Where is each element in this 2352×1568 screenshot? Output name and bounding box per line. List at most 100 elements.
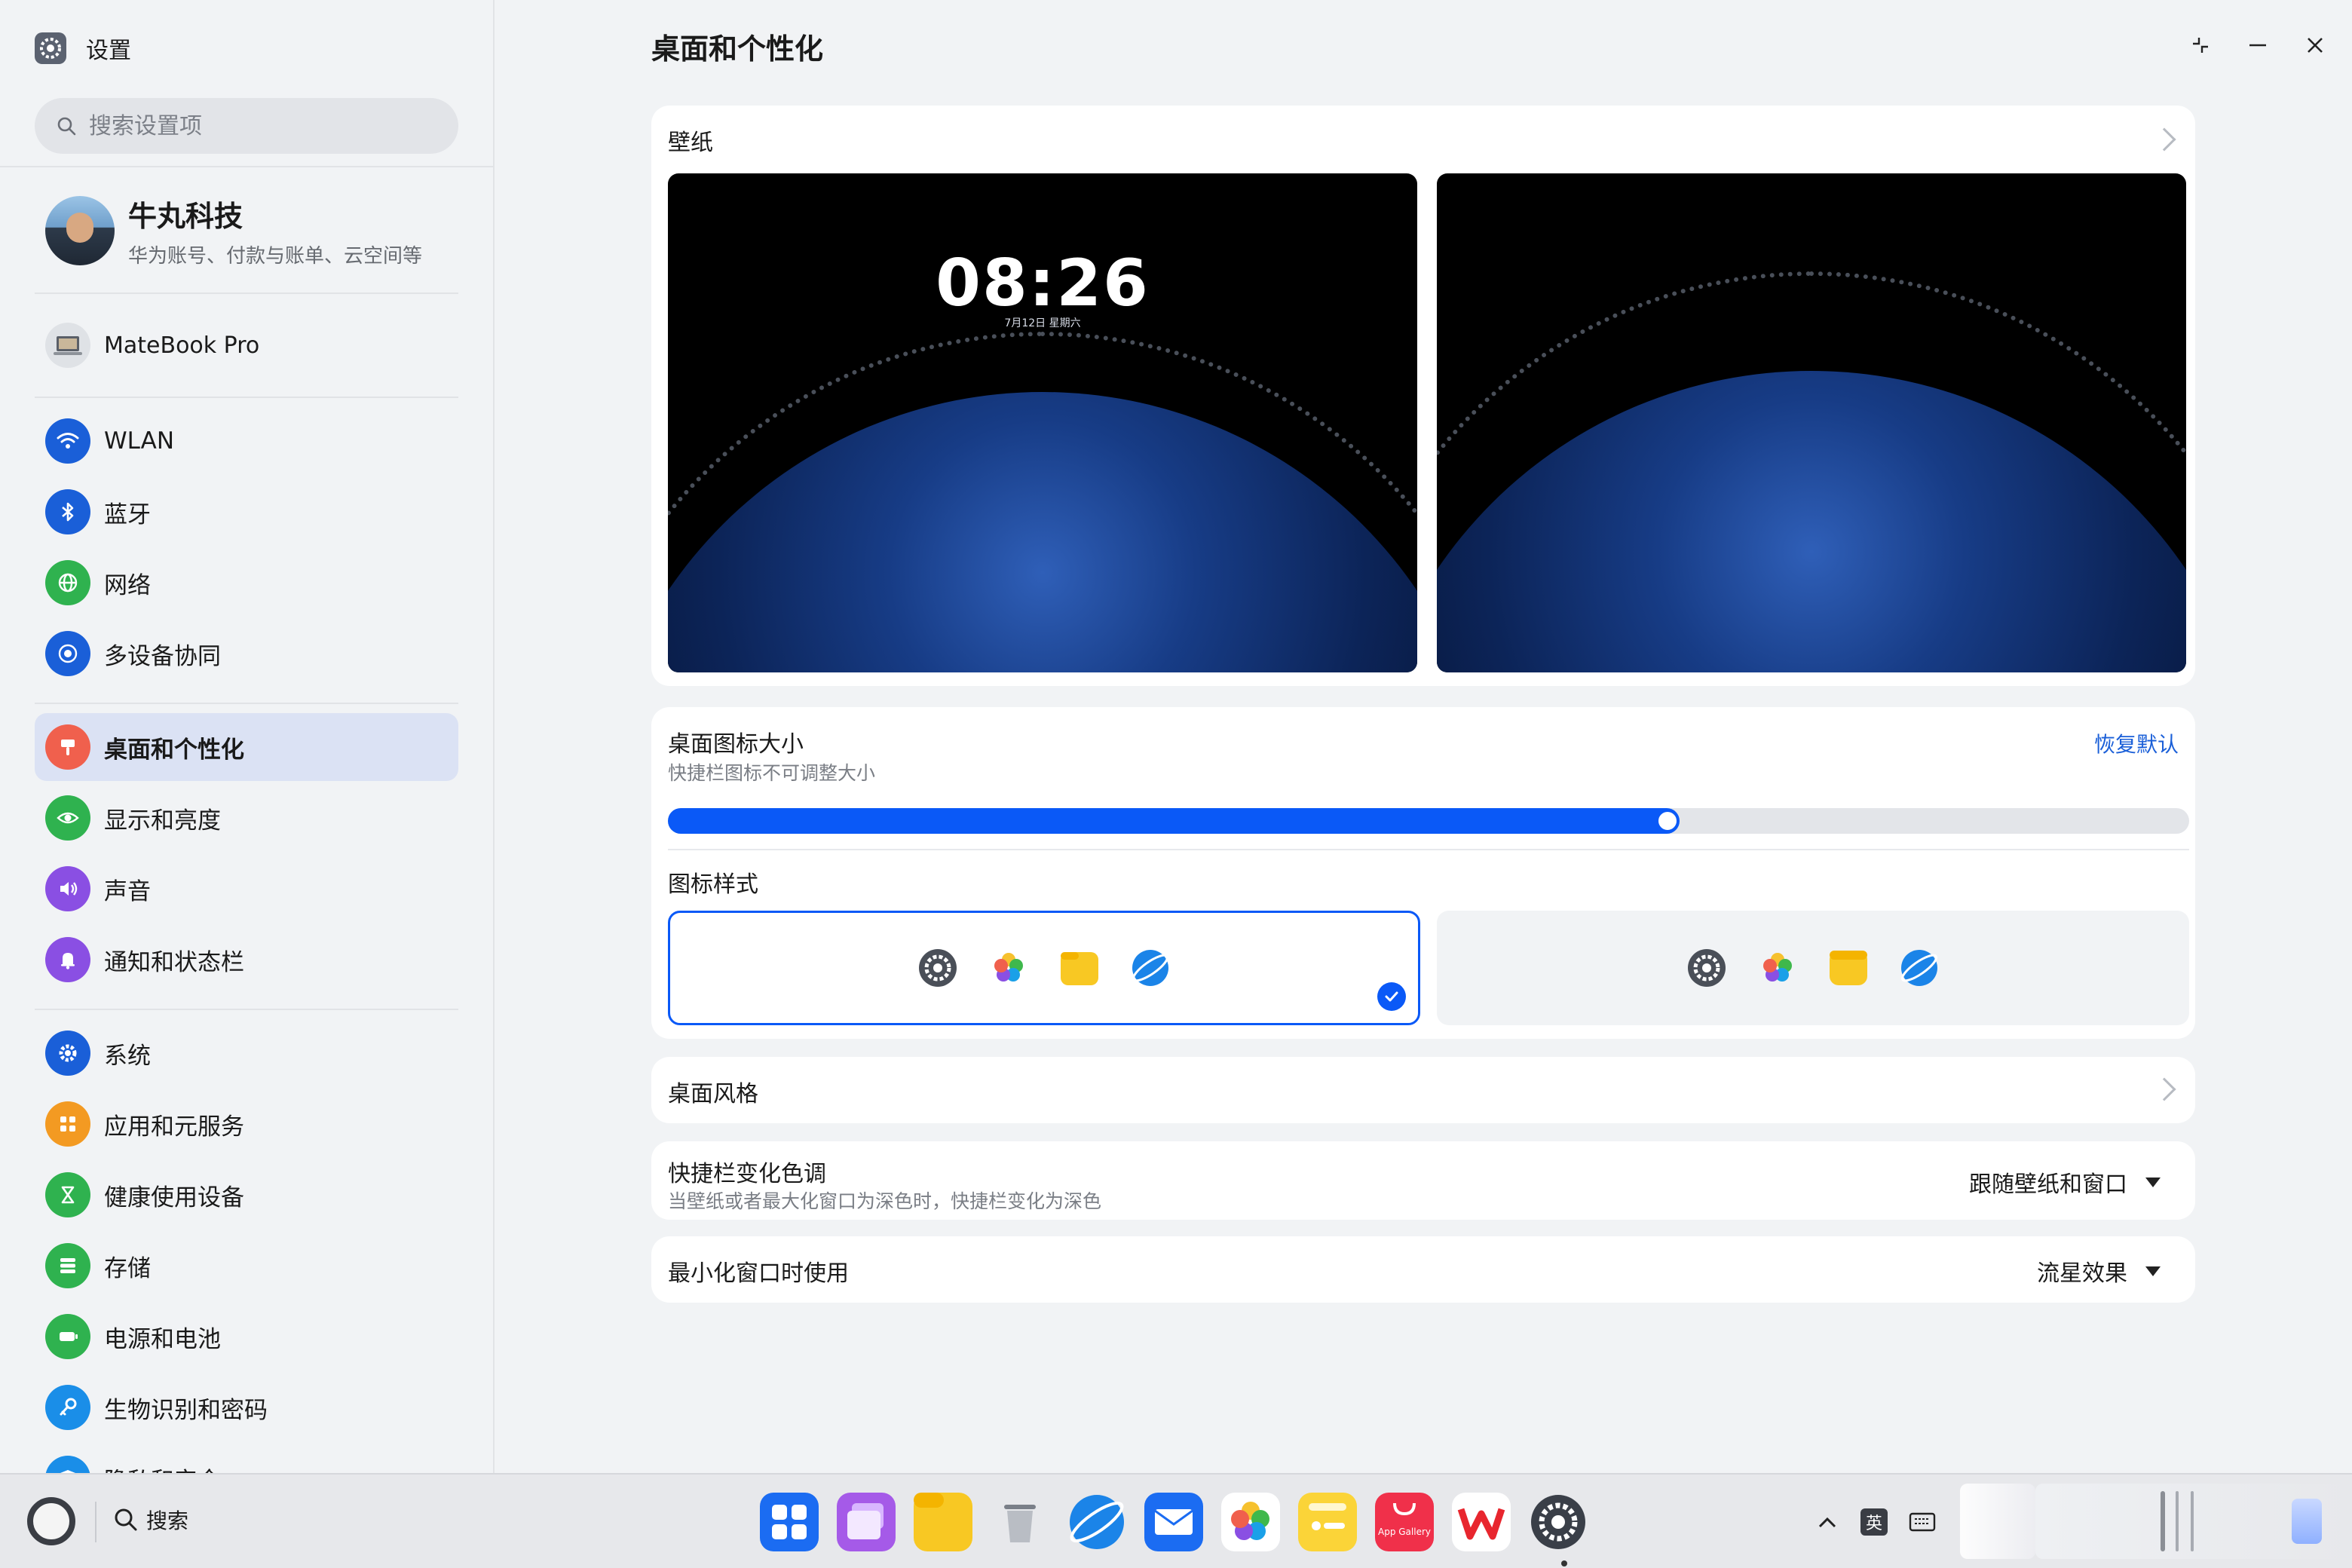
settings-icon: [917, 948, 958, 988]
sidebar-item-display[interactable]: 显示和亮度: [35, 784, 458, 852]
globe-icon: [45, 560, 90, 605]
sidebar-item-label: 生物识别和密码: [104, 1396, 268, 1424]
sidebar-item-multi-device[interactable]: 多设备协同: [35, 620, 458, 688]
key-icon: [45, 1385, 90, 1430]
battery-icon: [45, 1314, 90, 1359]
app-center-icon[interactable]: [760, 1493, 819, 1551]
icon-style-option-1[interactable]: [668, 911, 1420, 1025]
taskbar-search[interactable]: 搜索: [113, 1505, 188, 1535]
icon-size-slider[interactable]: [668, 808, 2189, 834]
search-bar[interactable]: [35, 98, 458, 154]
slider-fill: [668, 808, 1680, 834]
tray-expand-button[interactable]: [1812, 1505, 1842, 1539]
sidebar-item-digital-health[interactable]: 健康使用设备: [35, 1161, 458, 1229]
wps-icon[interactable]: [1452, 1493, 1511, 1551]
restore-button[interactable]: [2182, 30, 2219, 60]
divider: [35, 397, 458, 398]
mail-icon[interactable]: [1144, 1493, 1203, 1551]
reset-default-link[interactable]: 恢复默认: [2094, 728, 2179, 758]
sidebar-item-label: WLAN: [104, 427, 175, 455]
bell-icon: [45, 937, 90, 982]
hourglass-icon: [45, 1172, 90, 1217]
browser-icon[interactable]: [1067, 1493, 1126, 1551]
dock-color-dropdown[interactable]: 跟随壁纸和窗口: [1969, 1165, 2161, 1199]
lock-screen-wallpaper[interactable]: 08:26 7月12日 星期六: [668, 173, 1417, 672]
sidebar-item-sound[interactable]: 声音: [35, 855, 458, 923]
avatar: [45, 196, 115, 265]
notes-icon[interactable]: [1298, 1493, 1357, 1551]
sidebar-item-label: 蓝牙: [104, 501, 151, 528]
divider: [668, 849, 2189, 850]
minimize-effect-dropdown[interactable]: 流星效果: [2037, 1254, 2161, 1288]
sidebar-item-privacy[interactable]: 隐私和安全: [35, 1444, 458, 1473]
sidebar-item-label: 健康使用设备: [104, 1184, 244, 1211]
minimize-button[interactable]: [2239, 30, 2277, 60]
wallpaper-card[interactable]: 壁纸 08:26 7月12日 星期六: [651, 106, 2195, 686]
sidebar-item-label: 隐私和安全: [104, 1462, 221, 1474]
selected-check-icon: [1377, 982, 1406, 1011]
search-icon: [115, 1508, 137, 1531]
desktop-wallpaper[interactable]: [1437, 173, 2186, 672]
app-title: 设置: [86, 38, 131, 64]
photos-icon[interactable]: [1221, 1493, 1280, 1551]
sidebar-item-wlan[interactable]: WLAN: [35, 407, 458, 475]
close-button[interactable]: [2296, 30, 2334, 60]
sidebar-item-notifications[interactable]: 通知和状态栏: [35, 926, 458, 994]
files-icon[interactable]: [914, 1493, 972, 1551]
settings-icon[interactable]: [1529, 1493, 1588, 1551]
storage-icon: [45, 1243, 90, 1288]
divider: [35, 292, 458, 294]
divider: [95, 1502, 96, 1542]
sidebar-item-label: 应用和元服务: [104, 1113, 244, 1141]
notification-center-icon: [2292, 1499, 2322, 1544]
icon-settings-card: 桌面图标大小 快捷栏图标不可调整大小 恢复默认 图标样式: [651, 707, 2195, 1039]
status-area[interactable]: [1960, 1484, 2035, 1559]
files-icon: [1828, 948, 1869, 988]
sidebar-item-network[interactable]: 网络: [35, 549, 458, 617]
divider: [35, 703, 458, 704]
account-subtitle: 华为账号、付款与账单、云空间等: [128, 245, 423, 268]
divider: [0, 166, 493, 167]
sidebar-item-storage[interactable]: 存储: [35, 1232, 458, 1300]
appgallery-text: App Gallery: [1378, 1527, 1431, 1537]
lock-screen-time: 08:26: [936, 246, 1150, 321]
chevron-up-icon: [1818, 1517, 1836, 1528]
appgallery-icon[interactable]: App Gallery: [1375, 1493, 1434, 1551]
clock-area[interactable]: [2035, 1484, 2352, 1559]
search-input[interactable]: [89, 112, 436, 139]
browser-icon: [1899, 948, 1940, 988]
icon-size-subtitle: 快捷栏图标不可调整大小: [668, 762, 876, 784]
divider: [35, 1009, 458, 1010]
minimize-effect-value: 流星效果: [2037, 1260, 2127, 1287]
running-indicator: [1561, 1560, 1567, 1566]
chevron-right-icon: [2152, 127, 2176, 152]
device-item[interactable]: MateBook Pro: [45, 323, 259, 368]
caret-down-icon: [2145, 1177, 2161, 1187]
icon-style-option-2[interactable]: [1437, 911, 2189, 1025]
start-button[interactable]: [27, 1497, 75, 1545]
account-card[interactable]: 牛丸科技 华为账号、付款与账单、云空间等: [45, 193, 422, 268]
keyboard-button[interactable]: [1906, 1505, 1939, 1539]
sidebar-item-bluetooth[interactable]: 蓝牙: [35, 478, 458, 546]
keyboard-icon: [1909, 1512, 1936, 1532]
desktop-style-label: 桌面风格: [668, 1081, 758, 1107]
minimize-effect-label: 最小化窗口时使用: [668, 1260, 849, 1287]
sidebar-item-system[interactable]: 系统: [35, 1019, 458, 1087]
sidebar-item-desktop-personalization[interactable]: 桌面和个性化: [35, 713, 458, 781]
gear-icon: [45, 1031, 90, 1076]
brush-icon: [45, 724, 90, 770]
multitask-icon[interactable]: [837, 1493, 896, 1551]
slider-thumb[interactable]: [1656, 810, 1678, 831]
sidebar-item-biometrics[interactable]: 生物识别和密码: [35, 1374, 458, 1441]
sidebar-item-apps[interactable]: 应用和元服务: [35, 1090, 458, 1158]
desktop-style-row[interactable]: 桌面风格: [651, 1057, 2195, 1123]
collaboration-icon: [45, 631, 90, 676]
ime-indicator[interactable]: 英: [1857, 1505, 1891, 1539]
sidebar-item-label: 电源和电池: [104, 1325, 221, 1353]
search-icon: [57, 117, 76, 136]
sidebar-item-battery[interactable]: 电源和电池: [35, 1303, 458, 1370]
trash-icon[interactable]: [991, 1493, 1049, 1551]
sidebar: 设置 牛丸科技 华为账号、付款与账单、云空间等 MateBook Pro WLA…: [0, 0, 495, 1473]
restore-icon: [2193, 38, 2208, 53]
dock-color-subtitle: 当壁纸或者最大化窗口为深色时，快捷栏变化为深色: [668, 1190, 1102, 1212]
